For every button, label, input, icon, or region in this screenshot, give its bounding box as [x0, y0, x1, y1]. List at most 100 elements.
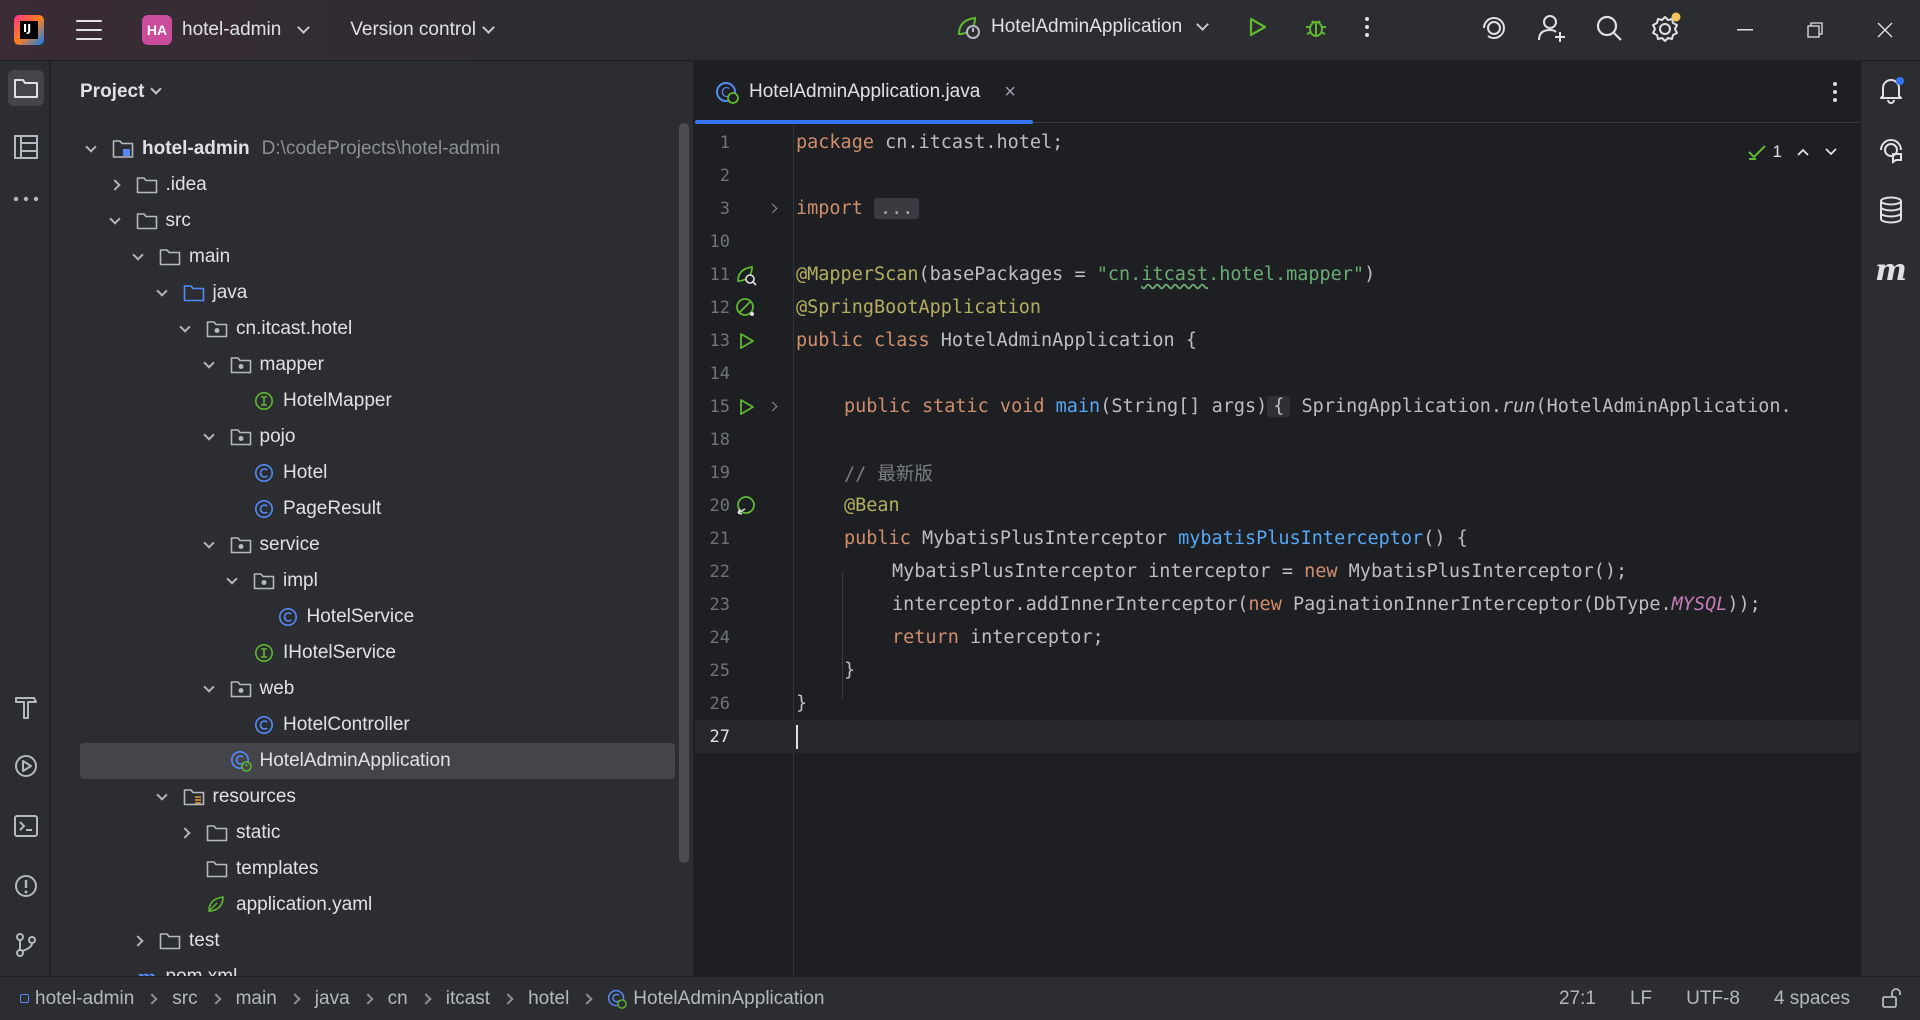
services-tool-button[interactable] — [8, 748, 44, 784]
code-line[interactable]: 13 public class HotelAdminApplication { — [695, 324, 1860, 357]
breadcrumb-item[interactable]: hotel — [528, 988, 569, 1010]
indent-setting[interactable]: 4 spaces — [1774, 988, 1850, 1010]
breadcrumb-item[interactable]: src — [172, 988, 197, 1010]
close-window-button[interactable] — [1850, 0, 1920, 60]
code-line[interactable]: 20 @Bean — [695, 489, 1860, 522]
terminal-tool-button[interactable] — [8, 808, 44, 844]
chevron-down-icon[interactable] — [202, 536, 216, 552]
tree-node[interactable]: web — [51, 671, 681, 707]
breadcrumb-item[interactable]: hotel-admin — [20, 988, 134, 1010]
intellij-logo-icon[interactable]: IJ — [14, 15, 44, 45]
tree-node[interactable]: application.yaml — [51, 887, 681, 923]
tree-node[interactable]: PageResult — [51, 491, 681, 527]
spring-bean-gutter-icon[interactable] — [735, 297, 757, 319]
code-area[interactable]: 1 1 package cn.itcast.hotel; 2 3 import … — [695, 124, 1860, 976]
code-line[interactable]: 22 MybatisPlusInterceptor interceptor = … — [695, 555, 1860, 588]
notifications-button[interactable] — [1876, 75, 1906, 105]
search-icon[interactable] — [1594, 13, 1624, 43]
code-line[interactable]: 10 — [695, 225, 1860, 258]
git-tool-button[interactable] — [8, 927, 44, 963]
tree-node[interactable]: service — [51, 527, 681, 563]
close-tab-icon[interactable]: × — [1004, 81, 1016, 104]
chevron-down-icon[interactable] — [202, 428, 216, 444]
tree-node[interactable]: templates — [51, 851, 681, 887]
fold-expand-icon[interactable] — [765, 400, 779, 414]
tree-node[interactable]: resources — [51, 779, 681, 815]
chevron-down-icon[interactable] — [155, 284, 169, 300]
more-actions-icon[interactable] — [1363, 15, 1371, 39]
breadcrumb-item[interactable]: HotelAdminApplication — [607, 988, 824, 1010]
tree-node[interactable]: mapper — [51, 347, 681, 383]
code-line[interactable]: 11 @MapperScan(basePackages = "cn.itcast… — [695, 258, 1860, 291]
run-gutter-icon[interactable] — [735, 396, 757, 418]
tree-node[interactable]: pojo — [51, 419, 681, 455]
run-icon[interactable] — [1245, 15, 1269, 39]
chevron-down-icon[interactable] — [202, 680, 216, 696]
project-panel-scrollbar[interactable] — [679, 123, 689, 863]
tree-node[interactable]: m pom.xml — [51, 959, 681, 976]
code-line[interactable]: 24 return interceptor; — [695, 621, 1860, 654]
code-line[interactable]: 2 — [695, 159, 1860, 192]
breadcrumb-item[interactable]: main — [236, 988, 277, 1010]
maven-button[interactable]: m — [1875, 253, 1907, 288]
tree-node[interactable]: cn.itcast.hotel — [51, 311, 681, 347]
project-tool-button[interactable] — [8, 70, 44, 106]
file-encoding[interactable]: UTF-8 — [1686, 988, 1740, 1010]
tree-node[interactable]: Hotel — [51, 455, 681, 491]
tree-node[interactable]: src — [51, 203, 681, 239]
chevron-right-icon[interactable] — [131, 934, 145, 948]
code-line[interactable]: 19 // 最新版 — [695, 456, 1860, 489]
code-line[interactable]: 14 — [695, 357, 1860, 390]
code-line[interactable]: 12 @SpringBootApplication — [695, 291, 1860, 324]
version-control-menu[interactable]: Version control — [350, 19, 495, 41]
problems-tool-button[interactable] — [8, 868, 44, 904]
tree-node[interactable]: main — [51, 239, 681, 275]
breadcrumb-item[interactable]: java — [315, 988, 350, 1010]
chevron-right-icon[interactable] — [178, 826, 192, 840]
chevron-down-icon[interactable] — [84, 140, 98, 156]
code-line[interactable]: 25 } — [695, 654, 1860, 687]
tree-node[interactable]: IHotelService — [51, 635, 681, 671]
project-panel-header[interactable]: Project — [51, 61, 693, 123]
project-switcher[interactable]: HA hotel-admin — [134, 9, 316, 51]
chevron-down-icon[interactable] — [202, 356, 216, 372]
database-button[interactable] — [1876, 195, 1906, 225]
read-only-toggle-icon[interactable] — [1880, 987, 1902, 1015]
build-tool-button[interactable] — [8, 689, 44, 725]
tree-node[interactable]: impl — [51, 563, 681, 599]
ai-assistant-icon[interactable] — [1478, 12, 1510, 44]
add-user-icon[interactable] — [1536, 12, 1568, 44]
editor-tab-hotel-admin-application[interactable]: C HotelAdminApplication.java × — [695, 61, 1033, 124]
chevron-down-icon[interactable] — [108, 212, 122, 228]
chevron-right-icon[interactable] — [108, 178, 122, 192]
code-line-current[interactable]: 27 — [695, 720, 1860, 753]
breadcrumb-item[interactable]: cn — [388, 988, 408, 1010]
more-tools-button[interactable] — [8, 181, 44, 217]
folded-imports[interactable]: ... — [873, 198, 920, 219]
code-line[interactable]: 15 public static void main(String[] args… — [695, 390, 1860, 423]
run-configuration-selector[interactable]: HotelAdminApplication — [955, 14, 1210, 40]
main-menu-icon[interactable] — [76, 20, 102, 40]
code-line[interactable]: 1 package cn.itcast.hotel; — [695, 126, 1860, 159]
line-separator[interactable]: LF — [1630, 988, 1652, 1010]
mapper-scan-gutter-icon[interactable] — [735, 264, 757, 286]
chevron-down-icon[interactable] — [155, 788, 169, 804]
tree-node[interactable]: hotel-admin D:\codeProjects\hotel-admin — [51, 131, 681, 167]
tree-node[interactable]: .idea — [51, 167, 681, 203]
tree-node[interactable]: static — [51, 815, 681, 851]
tabs-more-icon[interactable] — [1832, 81, 1838, 109]
caret-position[interactable]: 27:1 — [1559, 988, 1596, 1010]
code-line[interactable]: 3 import ... — [695, 192, 1860, 225]
fold-expand-icon[interactable] — [765, 202, 779, 216]
code-line[interactable]: 23 interceptor.addInnerInterceptor(new P… — [695, 588, 1860, 621]
code-line[interactable]: 18 — [695, 423, 1860, 456]
chevron-down-icon[interactable] — [225, 572, 239, 588]
tree-node[interactable]: HotelController — [51, 707, 681, 743]
tree-node[interactable]: HotelService — [51, 599, 681, 635]
restore-button[interactable] — [1780, 0, 1850, 60]
tree-node[interactable]: HotelAdminApplication — [80, 743, 675, 779]
run-gutter-icon[interactable] — [735, 330, 757, 352]
tree-node[interactable]: test — [51, 923, 681, 959]
chevron-down-icon[interactable] — [178, 320, 192, 336]
code-line[interactable]: 21 public MybatisPlusInterceptor mybatis… — [695, 522, 1860, 555]
